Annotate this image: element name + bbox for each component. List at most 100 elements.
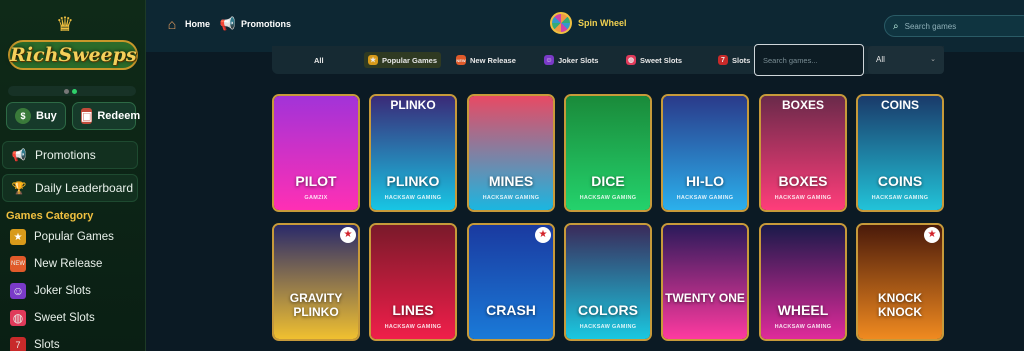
sidebar-link-promotions[interactable]: 📢 Promotions [2,141,138,169]
home-label: Home [185,19,211,29]
game-card[interactable]: GRAVITY PLINKO ★ [272,223,360,341]
game-title: CRASH [486,302,536,318]
game-provider: HACKSAW GAMING [579,324,637,330]
game-card[interactable]: DICE HACKSAW GAMING [564,94,652,212]
games-category-title: Games Category [6,210,94,222]
spin-wheel-button[interactable]: Spin Wheel [550,12,627,34]
category-label: Sweet Slots [34,312,95,324]
game-provider: HACKSAW GAMING [871,195,929,201]
tab-sweet-slots[interactable]: ◍ Sweet Slots [622,52,686,68]
star-badge-icon: ★ [924,227,940,243]
gift-icon: ▣ [81,108,93,124]
promotions-link[interactable]: 📢 Promotions [220,16,291,32]
category-popular-games[interactable]: ★ Popular Games [10,229,114,245]
spin-label: Spin Wheel [578,18,627,28]
category-slots[interactable]: 7 Slots [10,337,60,351]
category-label: New Release [34,258,103,270]
game-search-input[interactable]: Search games... [754,44,864,76]
search-icon: ⌕ [893,20,899,32]
game-thumbnail [566,96,650,210]
star-badge-icon: ★ [535,227,551,243]
tab-label: All [314,55,324,65]
topbar: ⌂ Home 📢 Promotions Spin Wheel ⌕ Search … [146,0,1024,52]
game-top-label: BOXES [781,98,824,112]
wheel-icon [550,12,572,34]
game-thumbnail [371,225,455,339]
money-bag-icon: $ [15,108,31,124]
sidebar-link-label: Daily Leaderboard [35,181,134,195]
megaphone-icon: 📢 [219,16,237,31]
carousel-dot[interactable] [72,89,77,94]
game-thumbnail [663,225,747,339]
buy-label: Buy [36,110,57,122]
game-card[interactable]: COLORS HACKSAW GAMING [564,223,652,341]
sidebar-link-daily-leaderboard[interactable]: 🏆 Daily Leaderboard [2,174,138,202]
game-provider: HACKSAW GAMING [774,195,832,201]
game-title: COINS [877,173,923,189]
app: ♛ RichSweeps $ Buy ▣ Redeem 📢 Promotions… [0,0,1024,351]
game-thumbnail [761,96,845,210]
search-placeholder: Search games [904,21,957,31]
game-title: WHEEL [777,302,829,318]
game-card[interactable]: TWENTY ONE [661,223,749,341]
logo[interactable]: ♛ RichSweeps [6,12,138,74]
filter-select[interactable]: All ⌄ [868,46,944,74]
game-card[interactable]: PLINKO PLINKO HACKSAW GAMING [369,94,457,212]
tab-label: Sweet Slots [640,55,683,65]
game-title: TWENTY ONE [665,291,745,305]
game-card[interactable]: MINES HACKSAW GAMING [467,94,555,212]
megaphone-icon: 📢 [11,148,27,162]
tab-joker-slots[interactable]: ☺ Joker Slots [540,52,602,68]
search-input[interactable]: ⌕ Search games [884,15,1024,37]
shield-icon: ★ [10,229,26,245]
tab-label: New Release [470,55,516,65]
game-thumbnail [761,225,845,339]
redeem-button[interactable]: ▣ Redeem [72,102,140,130]
slots-icon: 7 [10,337,26,351]
game-card[interactable]: WHEEL HACKSAW GAMING [759,223,847,341]
game-provider: GAMZIX [304,195,328,201]
game-provider: HACKSAW GAMING [579,195,637,201]
category-sweet-slots[interactable]: ◍ Sweet Slots [10,310,95,326]
tab-popular-games[interactable]: ★ Popular Games [364,52,442,68]
home-link[interactable]: ⌂ Home [164,16,210,32]
game-card[interactable]: CRASH ★ [467,223,555,341]
redeem-label: Redeem [97,110,141,122]
carousel-dot[interactable] [64,89,69,94]
game-provider: HACKSAW GAMING [384,195,442,201]
game-card[interactable]: KNOCK KNOCK ★ [856,223,944,341]
game-title: GRAVITY PLINKO [289,291,343,319]
game-title: HI-LO [685,173,725,189]
game-title: PILOT [295,173,337,189]
game-thumbnail [274,96,358,210]
game-title: BOXES [778,173,828,189]
tab-new-release[interactable]: NEW New Release [452,52,520,68]
slots-icon: 7 [718,55,728,65]
game-thumbnail [663,96,747,210]
game-card[interactable]: BOXES BOXES HACKSAW GAMING [759,94,847,212]
candy-icon: ◍ [10,310,26,326]
star-badge-icon: ★ [340,227,356,243]
game-search-placeholder: Search games... [763,56,818,65]
chevron-down-icon: ⌄ [930,56,936,63]
category-new-release[interactable]: NEW New Release [10,256,102,272]
game-thumbnail [566,225,650,339]
shield-icon: ★ [368,55,378,65]
filter-select-value: All [876,55,885,64]
tab-label: Slots [732,55,751,65]
tab-label: Popular Games [382,55,438,65]
game-card[interactable]: HI-LO HACKSAW GAMING [661,94,749,212]
game-card[interactable]: LINES HACKSAW GAMING [369,223,457,341]
game-top-label: PLINKO [390,98,436,112]
promotions-label: Promotions [241,19,292,29]
game-provider: HACKSAW GAMING [774,324,832,330]
game-card[interactable]: PILOT GAMZIX [272,94,360,212]
balance-strip [8,86,136,96]
category-joker-slots[interactable]: ☺ Joker Slots [10,283,91,299]
tab-all[interactable]: All [310,52,328,68]
game-card[interactable]: COINS COINS HACKSAW GAMING [856,94,944,212]
buy-button[interactable]: $ Buy [6,102,66,130]
tab-slots[interactable]: 7 Slots [714,52,754,68]
new-icon: NEW [456,55,466,65]
game-provider: HACKSAW GAMING [676,195,734,201]
